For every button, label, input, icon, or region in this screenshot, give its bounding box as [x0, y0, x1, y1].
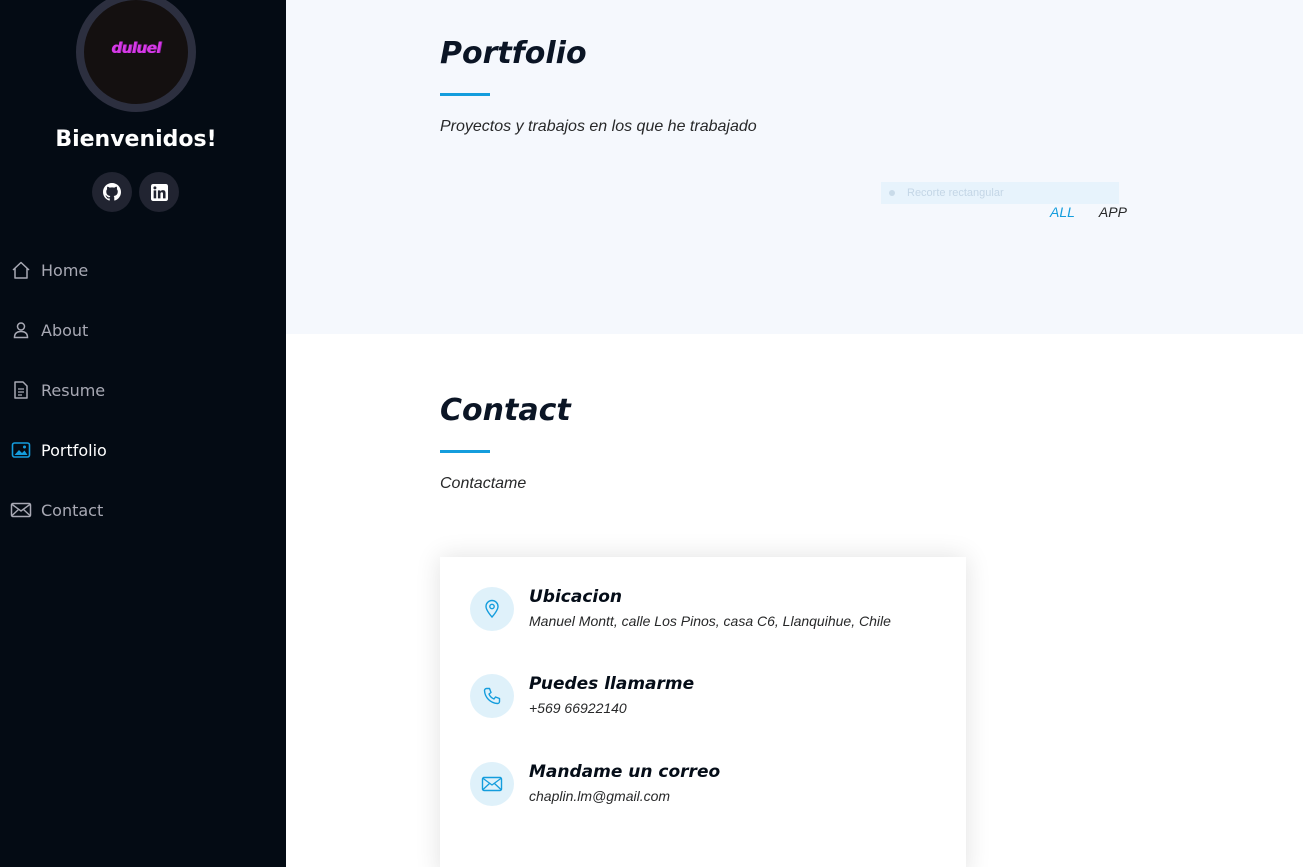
info-row-location: Ubicacion Manuel Montt, calle Los Pinos,…	[470, 587, 891, 631]
home-icon	[10, 259, 32, 281]
nav-item-about[interactable]: About	[0, 300, 286, 360]
portfolio-title: Portfolio	[440, 36, 587, 71]
sidebar: duluel Bienvenidos! Home About Resume Po…	[0, 0, 286, 867]
phone-icon	[470, 674, 514, 718]
nav-label-resume: Resume	[41, 380, 106, 400]
map-pin-icon	[470, 587, 514, 631]
snip-overlay-label: Recorte rectangular	[907, 187, 1004, 199]
envelope-icon	[10, 499, 32, 521]
envelope-icon	[470, 762, 514, 806]
snip-overlay-chip[interactable]: Recorte rectangular	[881, 182, 1119, 204]
record-dot-icon	[889, 190, 895, 196]
info-title-email: Mandame un correo	[529, 762, 721, 782]
welcome-heading: Bienvenidos!	[55, 127, 217, 152]
nav-label-home: Home	[41, 260, 89, 280]
info-body-email: Mandame un correo chaplin.lm@gmail.com	[529, 762, 720, 804]
portfolio-subtitle: Proyectos y trabajos en los que he traba…	[440, 118, 757, 135]
contact-title-underline	[440, 450, 490, 453]
info-body-phone: Puedes llamarme +569 66922140	[529, 674, 694, 716]
contact-subtitle: Contactame	[440, 475, 527, 492]
avatar-logo: duluel	[111, 39, 161, 57]
portfolio-section: Portfolio Proyectos y trabajos en los qu…	[286, 0, 1303, 334]
github-icon	[103, 183, 121, 201]
filter-app[interactable]: APP	[1099, 204, 1127, 220]
nav-item-home[interactable]: Home	[0, 240, 286, 300]
side-nav: Home About Resume Portfolio Contact	[0, 240, 286, 540]
portfolio-filters: ALL APP	[1050, 204, 1127, 220]
file-icon	[10, 379, 32, 401]
contact-title: Contact	[440, 393, 571, 428]
filter-all[interactable]: ALL	[1050, 204, 1075, 220]
info-text-location: Manuel Montt, calle Los Pinos, casa C6, …	[529, 613, 891, 629]
info-text-phone: +569 66922140	[529, 700, 627, 716]
portfolio-title-underline	[440, 93, 490, 96]
info-title-location: Ubicacion	[529, 587, 623, 607]
info-row-phone: Puedes llamarme +569 66922140	[470, 674, 694, 718]
person-icon	[10, 319, 32, 341]
info-row-email: Mandame un correo chaplin.lm@gmail.com	[470, 762, 720, 806]
nav-label-contact: Contact	[41, 500, 104, 520]
info-title-phone: Puedes llamarme	[529, 674, 695, 694]
nav-item-resume[interactable]: Resume	[0, 360, 286, 420]
linkedin-icon	[150, 183, 168, 201]
contact-section: Contact Contactame Ubicacion Manuel Mont…	[286, 334, 1303, 867]
nav-label-portfolio: Portfolio	[41, 440, 107, 460]
info-text-email: chaplin.lm@gmail.com	[529, 788, 671, 804]
nav-item-portfolio[interactable]: Portfolio	[0, 420, 286, 480]
image-icon	[10, 439, 32, 461]
nav-item-contact[interactable]: Contact	[0, 480, 286, 540]
info-body-location: Ubicacion Manuel Montt, calle Los Pinos,…	[529, 587, 891, 629]
nav-label-about: About	[41, 320, 89, 340]
linkedin-link[interactable]	[139, 172, 179, 212]
avatar: duluel	[76, 0, 196, 112]
github-link[interactable]	[92, 172, 132, 212]
contact-info-card: Ubicacion Manuel Montt, calle Los Pinos,…	[440, 557, 966, 867]
